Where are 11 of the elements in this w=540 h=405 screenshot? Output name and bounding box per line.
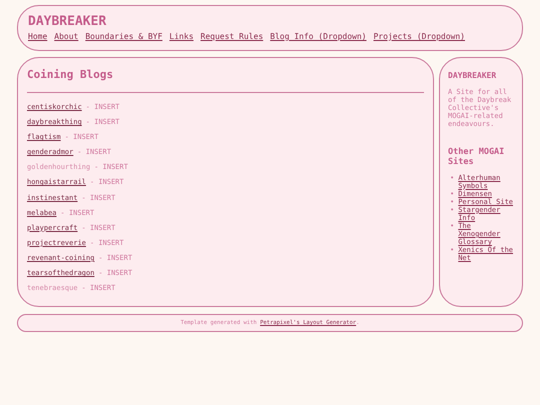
nav-link[interactable]: About: [54, 32, 78, 41]
nav-link[interactable]: Home: [28, 32, 48, 41]
nav-link[interactable]: Links: [169, 32, 194, 41]
sidebar-heading: Other MOGAI Sites: [448, 147, 506, 168]
nav-link[interactable]: Request Rules: [200, 32, 264, 41]
site-title: DAYBREAKER: [28, 14, 108, 29]
section-heading: Coining Blogs: [27, 68, 114, 81]
nav-link[interactable]: Blog Info (Dropdown): [270, 32, 366, 41]
nav-link[interactable]: Boundaries & BYF: [85, 32, 162, 41]
sidebar-title: DAYBREAKER: [448, 71, 498, 80]
nav-link[interactable]: Projects (Dropdown): [373, 32, 465, 41]
